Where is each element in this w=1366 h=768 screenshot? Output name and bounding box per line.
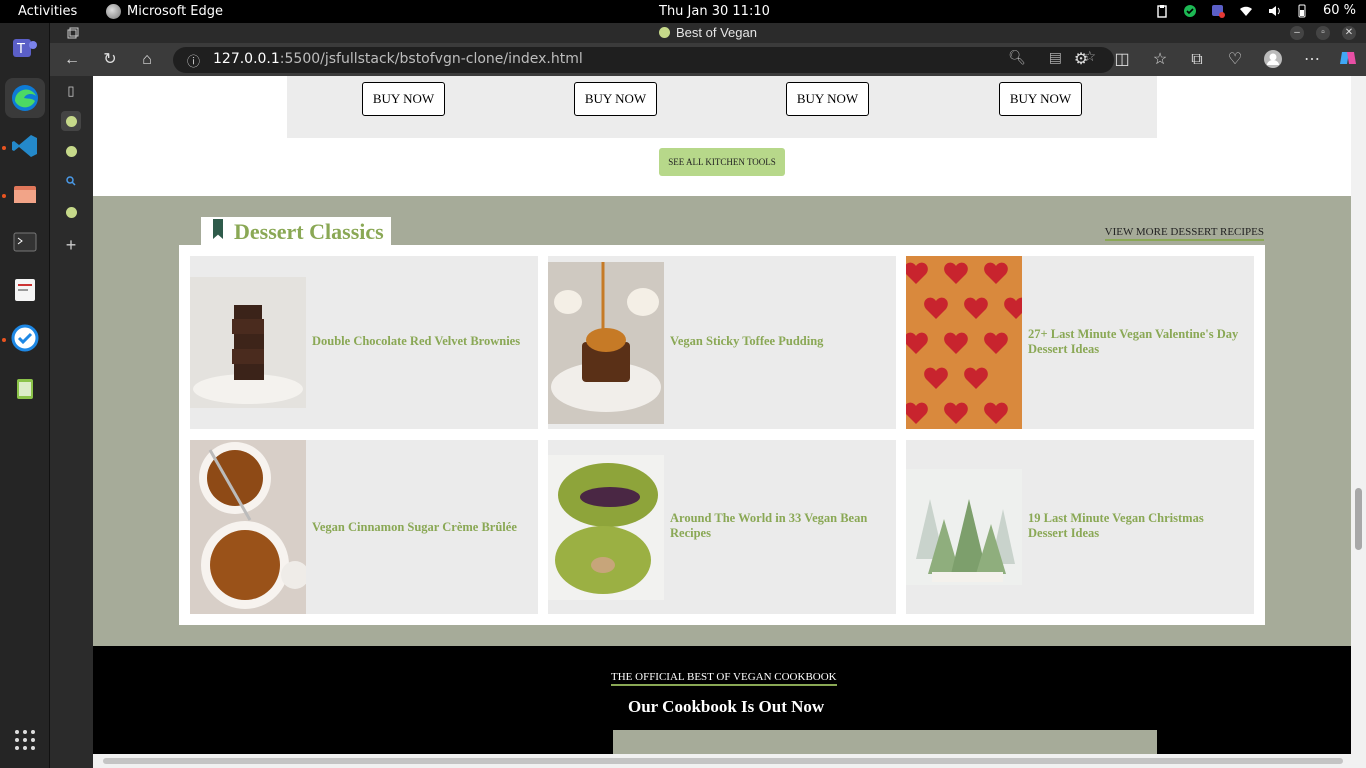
recipe-image-toffee-pudding[interactable] bbox=[548, 262, 664, 424]
recipe-image-christmas-trees[interactable] bbox=[906, 469, 1022, 585]
teams-tray-icon[interactable] bbox=[1211, 4, 1225, 18]
buy-now-button[interactable]: BUY NOW bbox=[362, 82, 445, 116]
tab-4[interactable] bbox=[61, 202, 81, 222]
kitchen-tools-box: BUY NOW BUY NOW BUY NOW BUY NOW bbox=[287, 76, 1157, 138]
buy-now-button[interactable]: BUY NOW bbox=[999, 82, 1082, 116]
cookbook-section: THE OFFICIAL BEST OF VEGAN COOKBOOK Our … bbox=[93, 646, 1351, 754]
minimize-button[interactable]: – bbox=[1290, 26, 1304, 40]
tab-actions-icon[interactable]: ▯ bbox=[61, 81, 81, 101]
edge-dock-icon[interactable] bbox=[5, 78, 45, 118]
volume-icon[interactable] bbox=[1267, 4, 1281, 18]
todo-dock-icon[interactable] bbox=[5, 318, 45, 358]
page-viewport: BUY NOW BUY NOW BUY NOW BUY NOW SEE ALL … bbox=[93, 76, 1351, 754]
window-title: Best of Vegan bbox=[50, 25, 1366, 40]
address-bar[interactable]: ⓘ 127.0.0.1:5500/jsfullstack/bstofvgn-cl… bbox=[173, 47, 1114, 73]
site-favicon-icon bbox=[659, 27, 671, 38]
files-dock-icon[interactable] bbox=[5, 174, 45, 214]
browser-toolbar: ← ↻ ⌂ ⓘ 127.0.0.1:5500/jsfullstack/bstof… bbox=[50, 43, 1366, 76]
edge-app-icon bbox=[106, 4, 121, 19]
back-button[interactable]: ← bbox=[61, 49, 83, 71]
recipe-title[interactable]: Vegan Sticky Toffee Pudding bbox=[670, 334, 886, 349]
buy-now-button[interactable]: BUY NOW bbox=[574, 82, 657, 116]
refresh-button[interactable]: ↻ bbox=[99, 49, 121, 71]
recipe-card[interactable]: Vegan Sticky Toffee Pudding bbox=[548, 256, 896, 429]
window-titlebar[interactable]: Best of Vegan – ▫ ✕ bbox=[50, 23, 1366, 43]
recipe-image-creme-brulee[interactable] bbox=[190, 440, 306, 614]
activities-button[interactable]: Activities bbox=[18, 4, 77, 19]
scrollbar-thumb[interactable] bbox=[1355, 488, 1362, 550]
extensions-icon[interactable]: ⚙ bbox=[1070, 49, 1092, 71]
tab-2[interactable] bbox=[61, 141, 81, 161]
cookbook-link[interactable]: THE OFFICIAL BEST OF VEGAN COOKBOOK bbox=[611, 671, 837, 686]
app-menu[interactable]: Microsoft Edge bbox=[106, 4, 223, 19]
dessert-section: Dessert Classics VIEW MORE DESSERT RECIP… bbox=[93, 196, 1351, 646]
buy-now-button[interactable]: BUY NOW bbox=[786, 82, 869, 116]
vertical-tab-strip: ▯ + bbox=[50, 76, 93, 768]
terminal-dock-icon[interactable] bbox=[5, 222, 45, 262]
scrollbar-thumb[interactable] bbox=[103, 758, 1343, 764]
maximize-button[interactable]: ▫ bbox=[1316, 26, 1330, 40]
zoom-icon[interactable]: 🔍︎ bbox=[1008, 50, 1026, 66]
recipe-title[interactable]: 19 Last Minute Vegan Christmas Dessert I… bbox=[1028, 511, 1244, 541]
svg-text:T: T bbox=[16, 42, 25, 57]
cookbook-title: Our Cookbook Is Out Now bbox=[628, 697, 825, 716]
text-editor-dock-icon[interactable] bbox=[5, 270, 45, 310]
favorites-icon[interactable]: ☆ bbox=[1149, 49, 1171, 71]
tab-search[interactable] bbox=[61, 171, 81, 191]
browser-essentials-icon[interactable]: ♡ bbox=[1224, 49, 1246, 71]
url-text: 127.0.0.1:5500/jsfullstack/bstofvgn-clon… bbox=[213, 51, 583, 67]
collections-icon[interactable]: ⧉ bbox=[1186, 49, 1208, 71]
split-screen-icon[interactable]: ◫ bbox=[1111, 49, 1133, 71]
recipe-card[interactable]: Double Chocolate Red Velvet Brownies bbox=[190, 256, 538, 429]
app-name: Microsoft Edge bbox=[127, 4, 224, 19]
recipe-title[interactable]: Double Chocolate Red Velvet Brownies bbox=[312, 334, 528, 349]
recipe-card[interactable]: 19 Last Minute Vegan Christmas Dessert I… bbox=[906, 440, 1254, 614]
browser-chrome: Best of Vegan – ▫ ✕ ← ↻ ⌂ ⓘ 127.0.0.1:55… bbox=[50, 23, 1366, 76]
clock[interactable]: Thu Jan 30 11:10 bbox=[659, 4, 770, 19]
section-title: Dessert Classics bbox=[234, 219, 384, 244]
clipboard-icon[interactable] bbox=[1155, 4, 1169, 18]
recipe-title[interactable]: 27+ Last Minute Vegan Valentine's Day De… bbox=[1028, 327, 1244, 357]
copilot-icon[interactable] bbox=[1337, 49, 1359, 71]
home-button[interactable]: ⌂ bbox=[136, 49, 158, 71]
vscode-dock-icon[interactable] bbox=[5, 126, 45, 166]
show-apps-icon[interactable] bbox=[5, 720, 45, 760]
new-tab-button[interactable]: + bbox=[61, 235, 81, 255]
system-top-bar: Activities Microsoft Edge Thu Jan 30 11:… bbox=[0, 0, 1366, 23]
close-button[interactable]: ✕ bbox=[1342, 26, 1356, 40]
tab-best-of-vegan[interactable] bbox=[61, 111, 81, 131]
recipe-card[interactable]: Around The World in 33 Vegan Bean Recipe… bbox=[548, 440, 896, 614]
more-menu-icon[interactable]: ⋯ bbox=[1301, 49, 1323, 71]
recipe-image-strawberry-hearts[interactable] bbox=[906, 256, 1022, 429]
see-all-kitchen-tools-button[interactable]: SEE ALL KITCHEN TOOLS bbox=[659, 148, 785, 176]
immersive-reader-icon[interactable]: ▤ bbox=[1049, 50, 1062, 66]
bookmark-icon bbox=[213, 219, 223, 239]
system-tray[interactable]: 60 % bbox=[1155, 3, 1356, 18]
wifi-icon[interactable] bbox=[1239, 4, 1253, 18]
recipe-image-matcha-buns[interactable] bbox=[548, 455, 664, 600]
site-info-icon[interactable]: ⓘ bbox=[187, 51, 200, 70]
recipe-image-brownies[interactable] bbox=[190, 277, 306, 408]
recipe-title[interactable]: Vegan Cinnamon Sugar Crème Brûlée bbox=[312, 520, 528, 535]
trash-dock-icon[interactable] bbox=[5, 368, 45, 408]
cookbook-image bbox=[613, 730, 1157, 754]
dessert-heading-tab: Dessert Classics bbox=[201, 217, 391, 247]
recipe-card[interactable]: Vegan Cinnamon Sugar Crème Brûlée bbox=[190, 440, 538, 614]
teams-dock-icon[interactable]: T bbox=[5, 29, 45, 69]
battery-percent: 60 % bbox=[1322, 3, 1356, 18]
vertical-scrollbar[interactable] bbox=[1351, 76, 1366, 754]
dessert-grid: Double Chocolate Red Velvet Brownies Veg… bbox=[179, 245, 1265, 625]
profile-avatar[interactable] bbox=[1262, 49, 1284, 71]
recipe-title[interactable]: Around The World in 33 Vegan Bean Recipe… bbox=[670, 511, 886, 541]
horizontal-scrollbar[interactable] bbox=[93, 754, 1366, 768]
sync-status-icon[interactable] bbox=[1183, 4, 1197, 18]
view-more-dessert-link[interactable]: VIEW MORE DESSERT RECIPES bbox=[1104, 226, 1264, 241]
dock: T bbox=[0, 23, 50, 768]
battery-icon[interactable] bbox=[1295, 4, 1309, 18]
recipe-card[interactable]: 27+ Last Minute Vegan Valentine's Day De… bbox=[906, 256, 1254, 429]
